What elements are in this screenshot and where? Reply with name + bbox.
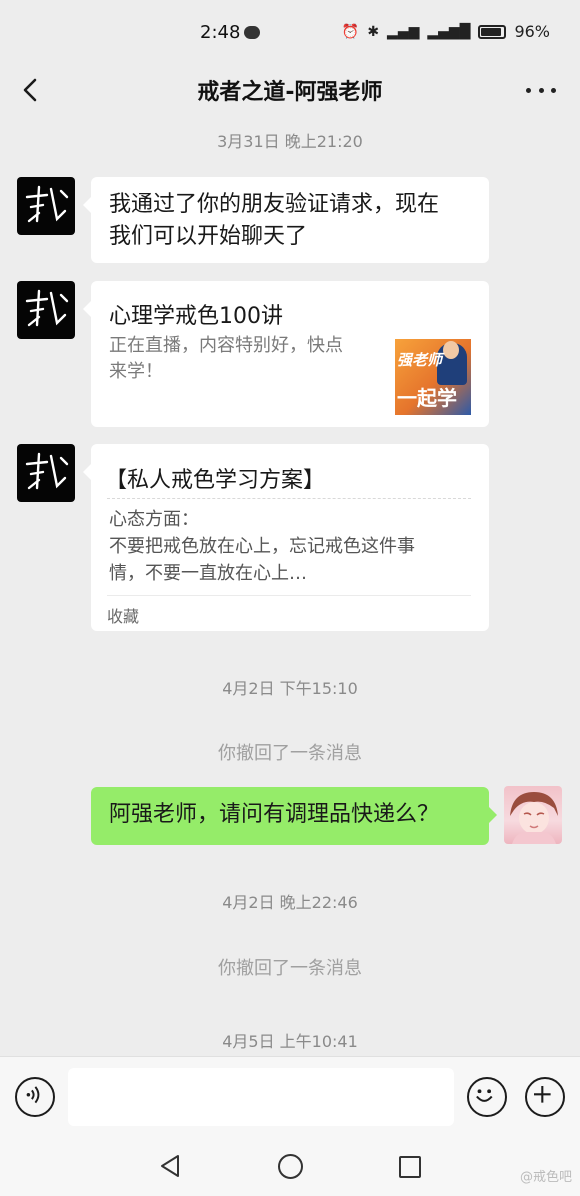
battery-percent: 96% <box>514 22 550 41</box>
timestamp: 4月2日 晚上22:46 <box>222 893 358 912</box>
recall-notice: 你撤回了一条消息 <box>218 743 362 764</box>
chat-header: 戒者之道-阿强老师 <box>0 62 580 118</box>
divider <box>107 498 471 499</box>
signal-4g-icon: ▂▄▆█ <box>427 23 471 40</box>
signal-icon: ▂▄▆ <box>387 23 420 40</box>
recall-notice: 你撤回了一条消息 <box>218 958 362 979</box>
favorite-source-label: 收藏 <box>107 607 140 626</box>
message-text-line: 我通过了你的朋友验证请求，现在 <box>109 192 440 217</box>
chat-title: 戒者之道-阿强老师 <box>197 80 383 105</box>
divider <box>107 595 471 596</box>
timestamp: 4月2日 下午15:10 <box>222 679 358 698</box>
nav-home-icon[interactable] <box>278 1154 303 1179</box>
card-title: 心理学戒色100讲 <box>109 304 283 329</box>
favorite-line: 不要把戒色放在心上，忘记戒色这件事 <box>109 536 415 557</box>
contact-avatar[interactable] <box>17 281 75 339</box>
nav-back-icon[interactable] <box>156 1152 184 1180</box>
watermark: @戒色吧 <box>519 1170 572 1185</box>
voice-icon[interactable] <box>15 1077 55 1117</box>
more-dots-icon[interactable] <box>526 76 556 104</box>
status-icons: ⏰ ✱ ▂▄▆ ▂▄▆█ 96% <box>342 22 550 41</box>
favorite-line: 心态方面： <box>109 509 199 530</box>
contact-avatar[interactable] <box>17 177 75 235</box>
system-nav-bar: @戒色吧 <box>0 1136 580 1196</box>
favorite-line: 情，不要一直放在心上… <box>109 563 307 584</box>
card-desc-line: 正在直播，内容特别好，快点 <box>109 335 343 356</box>
plus-icon[interactable] <box>525 1077 565 1117</box>
message-bubble[interactable]: 我通过了你的朋友验证请求，现在 我们可以开始聊天了 <box>83 177 489 263</box>
timestamp: 4月5日 上午10:41 <box>222 1032 358 1051</box>
input-bar <box>0 1056 580 1136</box>
message-input[interactable] <box>68 1068 454 1126</box>
my-message-bubble[interactable]: 阿强老师，请问有调理品快递么？ <box>91 787 497 845</box>
contact-avatar[interactable] <box>17 444 75 502</box>
message-icon <box>244 26 260 39</box>
card-desc-line: 来学！ <box>109 361 163 382</box>
card-thumbnail: 强老师 一起学 <box>395 339 471 415</box>
nav-recent-icon[interactable] <box>399 1156 421 1178</box>
message-text: 阿强老师，请问有调理品快递么？ <box>109 802 440 827</box>
thumb-text: 一起学 <box>397 386 457 410</box>
thumb-face-shape <box>443 341 459 359</box>
card-description: 正在直播，内容特别好，快点 来学！ <box>109 333 379 385</box>
link-card[interactable]: 心理学戒色100讲 正在直播，内容特别好，快点 来学！ 强老师 一起学 <box>83 281 489 427</box>
favorite-content: 心态方面： 不要把戒色放在心上，忘记戒色这件事 情，不要一直放在心上… <box>109 506 475 587</box>
thumb-text: 强老师 <box>397 351 443 369</box>
battery-icon <box>478 24 507 39</box>
favorite-card[interactable]: 【私人戒色学习方案】 心态方面： 不要把戒色放在心上，忘记戒色这件事 情，不要一… <box>83 444 489 631</box>
alarm-icon: ⏰ <box>341 23 360 40</box>
timestamp: 3月31日 晚上21:20 <box>217 132 363 151</box>
message-text-line: 我们可以开始聊天了 <box>109 224 308 249</box>
bluetooth-icon: ✱ <box>367 23 380 40</box>
status-time: 2:48 <box>200 22 241 43</box>
my-avatar[interactable] <box>504 786 562 844</box>
emoji-icon[interactable] <box>467 1077 507 1117</box>
status-bar: 2:48 ⏰ ✱ ▂▄▆ ▂▄▆█ 96% <box>0 0 580 62</box>
favorite-title: 【私人戒色学习方案】 <box>105 468 326 493</box>
